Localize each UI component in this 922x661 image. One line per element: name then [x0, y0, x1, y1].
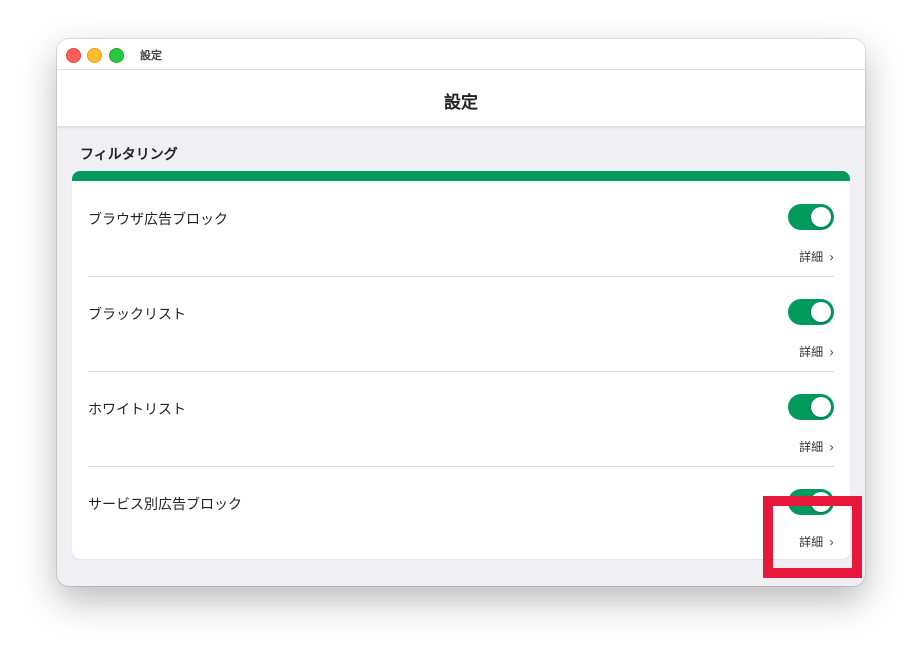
setting-row-browser-ad-block: ブラウザ広告ブロック 詳細 ›: [88, 181, 834, 277]
setting-label: ホワイトリスト: [88, 402, 186, 418]
blacklist-toggle[interactable]: [788, 299, 834, 325]
window-title: 設定: [140, 49, 162, 62]
toggle-knob: [811, 397, 831, 417]
browser-ad-block-toggle[interactable]: [788, 204, 834, 230]
browser-ad-block-detail-link[interactable]: 詳細 ›: [799, 248, 834, 265]
chevron-right-icon: ›: [829, 248, 834, 265]
navigation-bar: 設定: [57, 70, 865, 126]
detail-label: 詳細: [799, 250, 824, 264]
card-accent-bar: [72, 171, 850, 181]
zoom-window-button[interactable]: [109, 48, 124, 63]
setting-label: ブラウザ広告ブロック: [88, 212, 228, 228]
setting-label: サービス別広告ブロック: [88, 497, 242, 513]
filtering-settings-card: ブラウザ広告ブロック 詳細 › ブラックリスト 詳細 › ホワイトリスト 詳細 …: [72, 171, 850, 559]
setting-label: ブラックリスト: [88, 307, 186, 323]
settings-window: 設定 設定 フィルタリング ブラウザ広告ブロック 詳細 › ブラックリスト 詳細…: [57, 39, 865, 586]
blacklist-detail-link[interactable]: 詳細 ›: [799, 343, 834, 360]
page-title: 設定: [444, 93, 478, 113]
whitelist-detail-link[interactable]: 詳細 ›: [799, 438, 834, 455]
close-window-button[interactable]: [66, 48, 81, 63]
detail-label: 詳細: [799, 440, 824, 454]
title-bar: 設定: [57, 39, 865, 70]
setting-row-service-ad-block: サービス別広告ブロック 詳細 ›: [88, 466, 834, 559]
minimize-window-button[interactable]: [87, 48, 102, 63]
toggle-knob: [811, 207, 831, 227]
highlight-annotation-box: [763, 496, 862, 578]
whitelist-toggle[interactable]: [788, 394, 834, 420]
toggle-knob: [811, 302, 831, 322]
chevron-right-icon: ›: [829, 343, 834, 360]
setting-row-blacklist: ブラックリスト 詳細 ›: [88, 276, 834, 372]
chevron-right-icon: ›: [829, 438, 834, 455]
setting-row-whitelist: ホワイトリスト 詳細 ›: [88, 371, 834, 467]
section-header-filtering: フィルタリング: [80, 147, 178, 163]
detail-label: 詳細: [799, 345, 824, 359]
